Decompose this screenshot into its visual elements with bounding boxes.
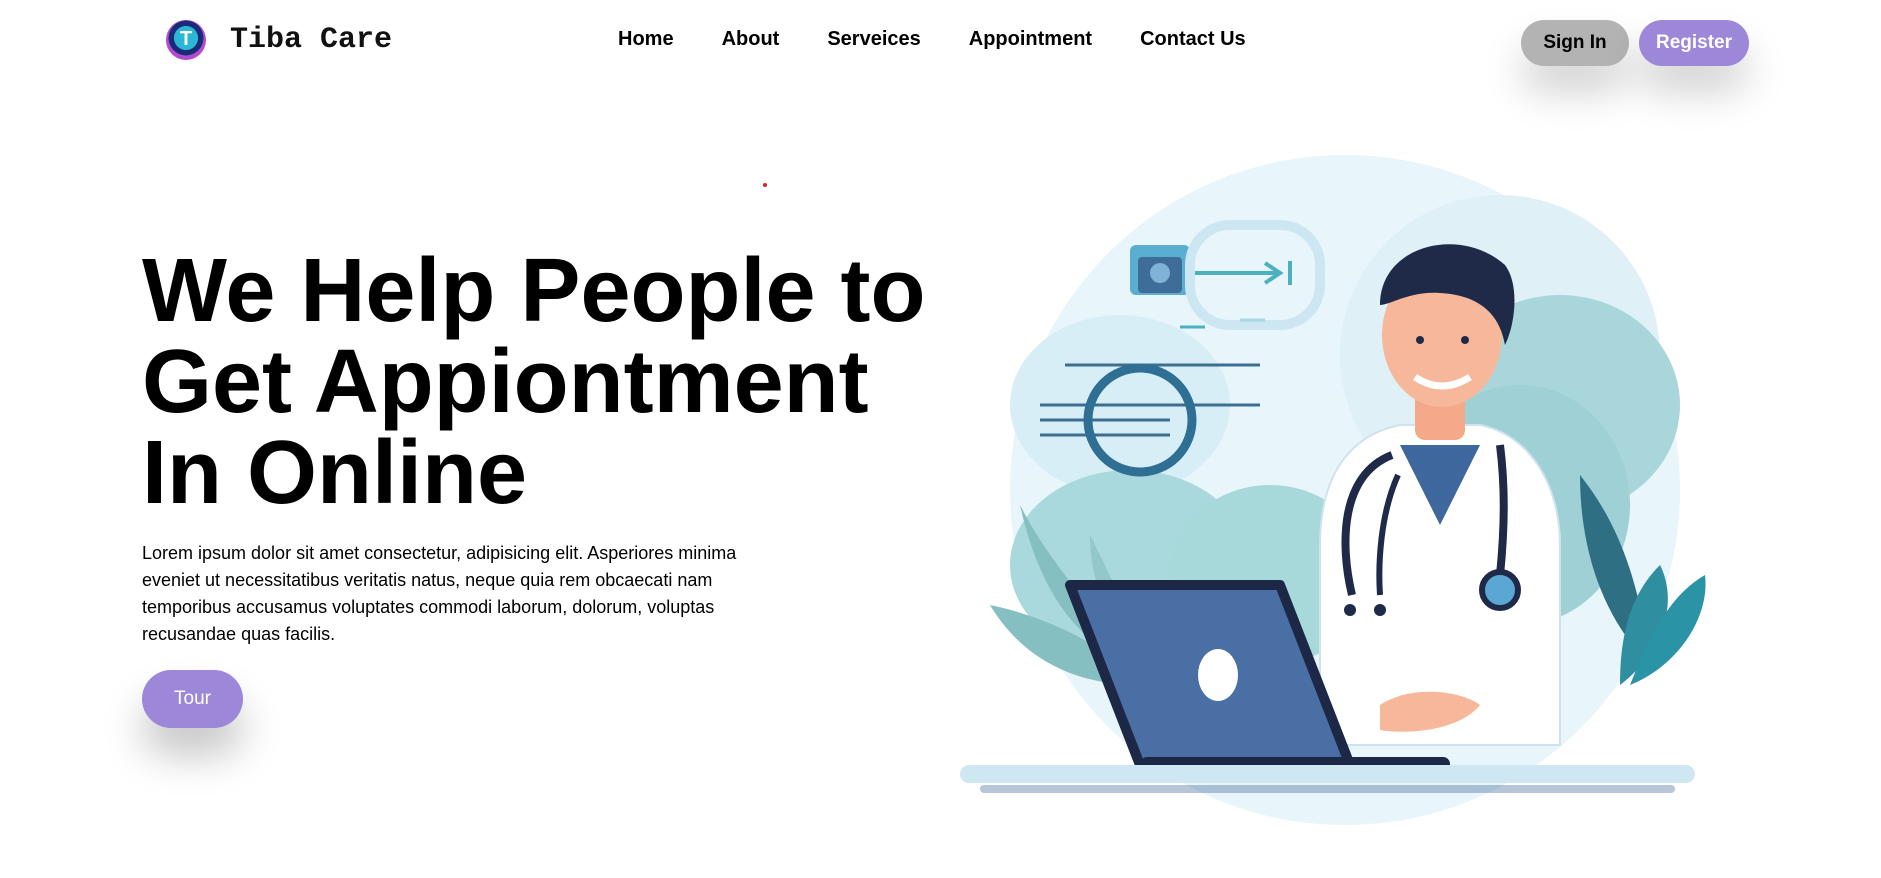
brand-logo[interactable]: T Tiba Care <box>166 20 392 60</box>
doctor-illustration <box>960 155 1706 825</box>
headline-line-3: In Online <box>142 423 528 523</box>
logo-letter: T <box>179 28 193 50</box>
tiba-care-logo-icon: T <box>166 20 206 60</box>
nav-about[interactable]: About <box>722 28 780 51</box>
register-button[interactable]: Register <box>1639 20 1749 66</box>
nav-appointment[interactable]: Appointment <box>969 28 1092 51</box>
nav-contact-us[interactable]: Contact Us <box>1140 28 1246 51</box>
nav-home[interactable]: Home <box>618 28 674 51</box>
main-nav: Home About Serveices Appointment Contact… <box>618 28 1246 51</box>
sign-in-button[interactable]: Sign In <box>1521 20 1629 66</box>
hero-description: Lorem ipsum dolor sit amet consectetur, … <box>142 543 737 644</box>
tour-button[interactable]: Tour <box>142 670 243 728</box>
brand-name: Tiba Care <box>230 23 393 57</box>
nav-services[interactable]: Serveices <box>827 28 920 51</box>
headline-line-1: We Help People to <box>142 241 926 341</box>
headline-line-2: Get Appiontment <box>142 332 869 432</box>
red-dot-marker <box>763 183 767 187</box>
hero-headline: We Help People to Get Appiontment In Onl… <box>142 246 962 519</box>
